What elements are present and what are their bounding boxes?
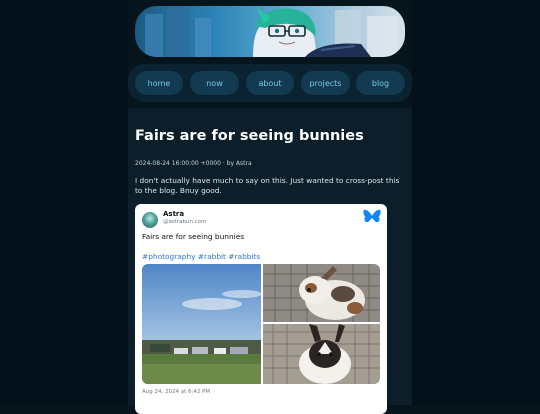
embed-author-handle[interactable]: @astrabun.com	[163, 219, 206, 225]
nav-now-button[interactable]: now	[190, 71, 239, 95]
main-column: home now about projects blog Fairs are f…	[128, 0, 412, 414]
embed-post-text: Fairs are for seeing bunnies	[142, 232, 245, 241]
photo-rabbit-spotted[interactable]	[263, 264, 380, 322]
butterfly-icon[interactable]	[363, 209, 381, 225]
embed-post-date[interactable]: Aug 24, 2024 at 6:42 PM	[142, 389, 210, 395]
post-body: I don't actually have much to say on thi…	[135, 176, 400, 195]
page-gutter-right	[412, 0, 540, 405]
page-gutter-left	[0, 0, 128, 405]
post-meta: 2024-08-24 16:00:00 +0000 · by Astra	[135, 160, 252, 167]
header-banner-image	[135, 6, 405, 57]
avatar-icon[interactable]	[142, 212, 158, 228]
nav-home-button[interactable]: home	[135, 71, 183, 95]
embed-author-name[interactable]: Astra	[163, 210, 184, 218]
main-navigation: home now about projects blog	[128, 64, 412, 102]
nav-projects-button[interactable]: projects	[301, 71, 350, 95]
photo-fairground[interactable]	[142, 264, 261, 384]
photo-rabbit-dutch[interactable]	[263, 324, 380, 384]
banner-illustration	[145, 8, 397, 57]
blog-post: Fairs are for seeing bunnies 2024-08-24 …	[128, 108, 412, 414]
nav-blog-button[interactable]: blog	[356, 71, 405, 95]
nav-about-button[interactable]: about	[246, 71, 294, 95]
embed-hashtags[interactable]: #photography #rabbit #rabbits	[142, 252, 260, 261]
bluesky-embed-card[interactable]: Astra @astrabun.com Fairs are for seeing…	[135, 204, 387, 414]
post-title: Fairs are for seeing bunnies	[135, 128, 364, 144]
